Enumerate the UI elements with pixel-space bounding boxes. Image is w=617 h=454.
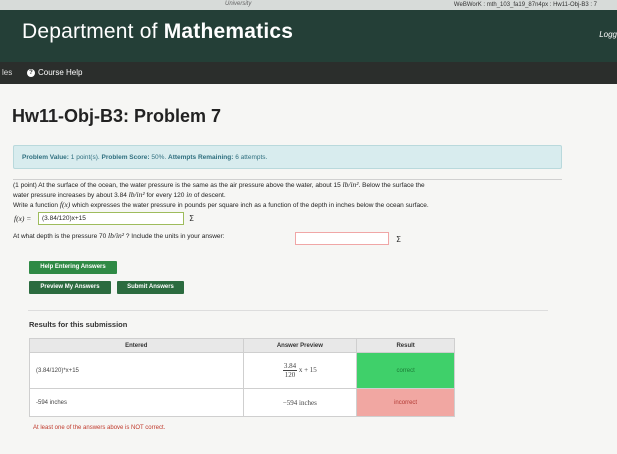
score-info-text: Problem Value: 1 point(s). Problem Score… [22, 154, 267, 161]
question-2-text-a: At what depth is the pressure 70 [13, 233, 107, 240]
university-fragment: University [225, 1, 252, 7]
entered-cell: -594 inches [29, 388, 244, 417]
nav-item-fragment[interactable]: les [2, 68, 12, 77]
nav-bar: les ? Course Help [0, 62, 617, 84]
course-help-link[interactable]: ? Course Help [27, 68, 82, 77]
preview-answers-button[interactable]: Preview My Answers [29, 281, 111, 294]
problem-line-2: water pressure increases by about 3.84 l… [13, 190, 562, 200]
preview-fraction: 3.84 120 [282, 362, 298, 379]
window-title-bar: University WeBWorK : mth_103_fa19_87n4px… [0, 0, 617, 10]
dept-prefix: Department of [22, 20, 164, 43]
main-content: Hw11-Obj-B3: Problem 7 Problem Value: 1 … [0, 84, 617, 454]
f-equals-label: f(x) = [14, 214, 32, 223]
results-header-row: Entered Answer Preview Result [29, 338, 455, 353]
equation-editor-icon[interactable]: Σ [189, 214, 194, 223]
window-title: WeBWorK : mth_103_fa19_87n4px : Hw11-Obj… [453, 2, 597, 8]
preview-rest: x + 15 [298, 366, 317, 375]
unit-psi: lb/in² [108, 231, 125, 240]
result-cell-correct: correct [356, 352, 455, 389]
results-heading: Results for this submission [29, 320, 128, 329]
problem-text-3a: Write a function [13, 202, 59, 209]
problem-text-2c: of descent. [193, 192, 226, 199]
submit-answers-button[interactable]: Submit Answers [117, 281, 184, 294]
results-table: Entered Answer Preview Result (3.84/120)… [29, 338, 455, 417]
fraction-denominator: 120 [284, 371, 296, 379]
column-header-entered: Entered [29, 338, 244, 353]
score-info-box: Problem Value: 1 point(s). Problem Score… [13, 145, 562, 169]
problem-text: (1 point) At the surface of the ocean, t… [13, 180, 562, 210]
table-row: (3.84/120)*x+15 3.84 120 x + 15 correct [29, 352, 455, 389]
column-header-result: Result [356, 338, 455, 353]
problem-value-label: Problem Value: [22, 154, 69, 161]
course-help-label: Course Help [38, 68, 83, 77]
answer-1-input[interactable]: (3.84/120)x+15 [38, 212, 184, 225]
problem-score-label: Problem Score: [101, 154, 150, 161]
answer-2-input[interactable] [295, 232, 389, 245]
help-entering-answers-button[interactable]: Help Entering Answers [29, 261, 117, 274]
problem-score: 50%. [151, 154, 167, 161]
logout-link[interactable]: Logg [599, 30, 617, 39]
attempts-remaining: 6 attempts. [235, 154, 268, 161]
column-header-preview: Answer Preview [242, 338, 358, 353]
result-cell-incorrect: incorrect [356, 388, 455, 417]
site-header: Department of Mathematics Logg [0, 10, 617, 62]
question-2: At what depth is the pressure 70 lb/in² … [13, 231, 225, 240]
unit-in: in [186, 190, 193, 199]
problem-text-3b: which expresses the water pressure in po… [72, 202, 429, 209]
preview-cell: 3.84 120 x + 15 [242, 352, 358, 389]
question-icon: ? [27, 68, 35, 77]
attempts-label: Attempts Remaining: [168, 154, 234, 161]
fraction-numerator: 3.84 [282, 362, 298, 371]
question-2-text-b: ? Include the units in your answer: [125, 233, 225, 240]
equation-editor-icon[interactable]: Σ [396, 235, 401, 244]
page-title: Hw11-Obj-B3: Problem 7 [12, 106, 222, 126]
entered-cell: (3.84/120)*x+15 [29, 352, 244, 389]
unit-psi: lb/in² [128, 190, 145, 199]
problem-text-1a: (1 point) At the surface of the ocean, t… [13, 182, 341, 189]
fx-symbol: f(x) [59, 200, 71, 209]
dept-name: Mathematics [163, 20, 294, 43]
problem-text-1b: . Below the surface the [358, 182, 425, 189]
incorrect-warning: At least one of the answers above is NOT… [33, 425, 166, 431]
problem-text-2a: water pressure increases by about 3.84 [13, 192, 127, 199]
problem-value: 1 point(s). [70, 154, 100, 161]
divider [28, 310, 548, 311]
problem-line-3: Write a function f(x) which expresses th… [13, 200, 562, 210]
problem-line-1: (1 point) At the surface of the ocean, t… [13, 180, 562, 190]
department-title: Department of Mathematics [22, 20, 293, 44]
problem-text-2b: for every 120 [146, 192, 185, 199]
table-row: -594 inches −594 inches incorrect [29, 388, 455, 417]
preview-cell: −594 inches [242, 388, 358, 417]
unit-psi: lb/in² [342, 180, 359, 189]
